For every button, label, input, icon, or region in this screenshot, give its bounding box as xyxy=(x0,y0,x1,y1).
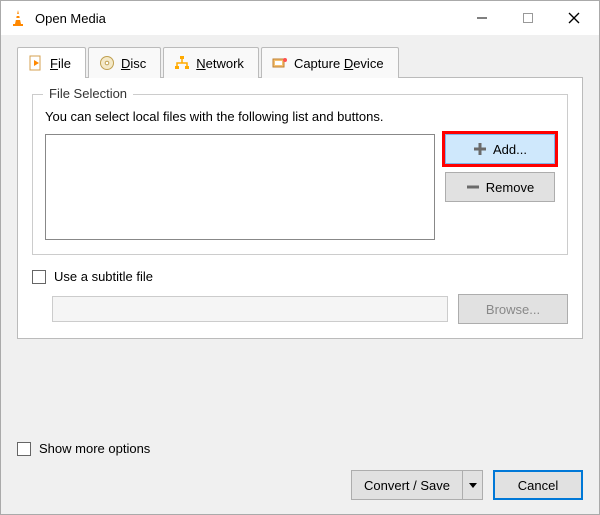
convert-save-label: Convert / Save xyxy=(352,471,462,499)
close-icon xyxy=(568,12,580,24)
browse-subtitle-button: Browse... xyxy=(458,294,568,324)
subtitle-path-input xyxy=(52,296,448,322)
cancel-button-label: Cancel xyxy=(518,478,558,493)
show-more-options-checkbox[interactable] xyxy=(17,442,31,456)
tab-capture-label: Capture Device xyxy=(294,56,384,71)
capture-device-icon xyxy=(272,55,288,71)
network-icon xyxy=(174,55,190,71)
titlebar: Open Media xyxy=(1,1,599,35)
tab-disc[interactable]: Disc xyxy=(88,47,161,78)
subtitle-checkbox[interactable] xyxy=(32,270,46,284)
dropdown-arrow-icon[interactable] xyxy=(462,471,482,499)
tab-panel-file: File Selection You can select local file… xyxy=(17,77,583,339)
minimize-icon xyxy=(476,12,488,24)
minimize-button[interactable] xyxy=(459,3,505,33)
tab-file-label: File xyxy=(50,56,71,71)
file-selection-description: You can select local files with the foll… xyxy=(45,109,555,124)
disc-icon xyxy=(99,55,115,71)
tab-capture[interactable]: Capture Device xyxy=(261,47,399,78)
vlc-cone-icon xyxy=(9,9,27,27)
remove-button-label: Remove xyxy=(486,180,534,195)
remove-button[interactable]: Remove xyxy=(445,172,555,202)
file-list[interactable] xyxy=(45,134,435,240)
plus-icon xyxy=(473,142,487,156)
file-icon xyxy=(28,55,44,71)
tab-disc-label: Disc xyxy=(121,56,146,71)
add-button[interactable]: Add... xyxy=(445,134,555,164)
window-title: Open Media xyxy=(35,11,459,26)
maximize-button[interactable] xyxy=(505,3,551,33)
cancel-button[interactable]: Cancel xyxy=(493,470,583,500)
file-selection-fieldset: File Selection You can select local file… xyxy=(32,94,568,255)
tab-file[interactable]: File xyxy=(17,47,86,78)
tabs: File Disc Network Capture Device xyxy=(17,47,583,78)
minus-icon xyxy=(466,180,480,194)
add-button-label: Add... xyxy=(493,142,527,157)
file-selection-legend: File Selection xyxy=(43,86,133,101)
show-more-options-label: Show more options xyxy=(39,441,150,456)
convert-save-button[interactable]: Convert / Save xyxy=(351,470,483,500)
close-button[interactable] xyxy=(551,3,597,33)
tab-network-label: Network xyxy=(196,56,244,71)
subtitle-label: Use a subtitle file xyxy=(54,269,153,284)
maximize-icon xyxy=(522,12,534,24)
tab-network[interactable]: Network xyxy=(163,47,259,78)
